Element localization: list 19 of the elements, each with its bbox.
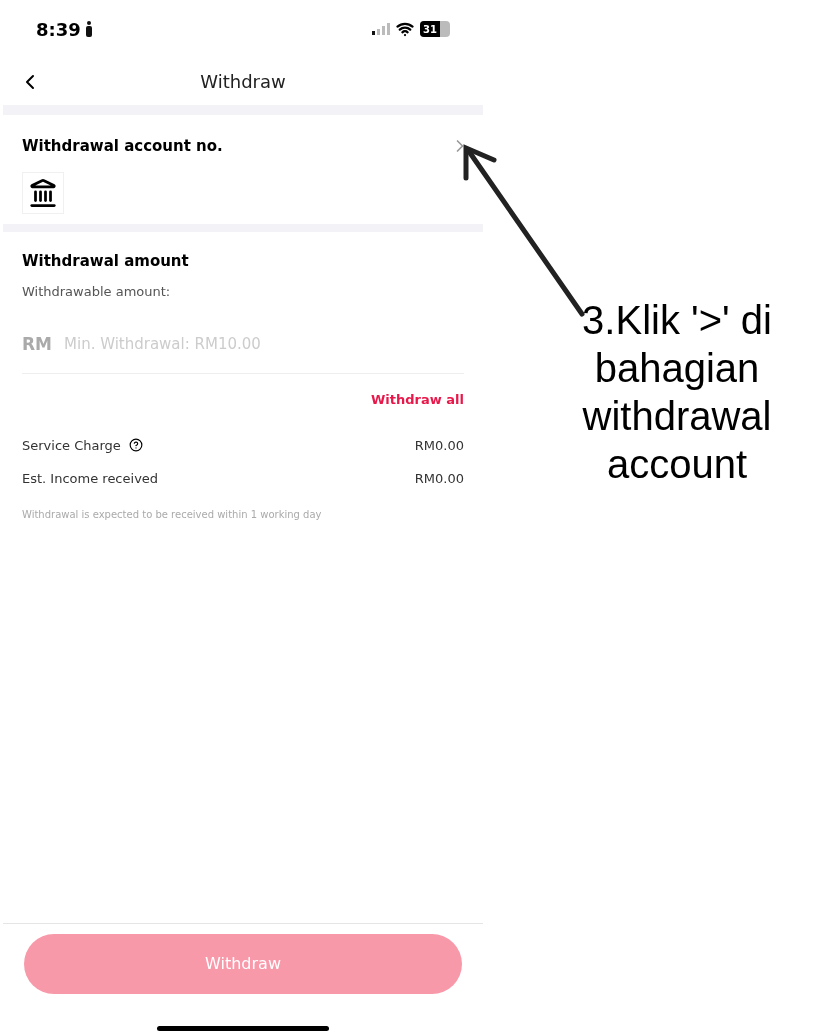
help-icon[interactable] bbox=[128, 438, 143, 453]
person-icon bbox=[84, 21, 93, 37]
fee-label: Est. Income received bbox=[22, 470, 159, 488]
fee-value: RM0.00 bbox=[414, 436, 464, 455]
wifi-icon bbox=[396, 20, 414, 38]
withdraw-all-link[interactable]: Withdraw all bbox=[371, 390, 464, 410]
currency-label: RM bbox=[22, 332, 52, 356]
page-title: Withdraw bbox=[200, 70, 286, 94]
battery-indicator: 31 bbox=[420, 21, 450, 37]
status-time: 8:39 bbox=[36, 17, 81, 42]
note-text: Withdrawal is expected to be received within 1 working day bbox=[22, 507, 323, 522]
annotation-text: 3.Klik '>' di bahagian withdrawal account bbox=[582, 297, 772, 488]
signal-icon bbox=[372, 23, 390, 35]
withdrawable-label: Withdrawable amount: bbox=[22, 283, 172, 301]
section-title: Withdrawal account no. bbox=[22, 136, 223, 157]
fee-value: RM0.00 bbox=[414, 470, 464, 488]
section-title: Withdrawal amount bbox=[22, 250, 190, 272]
bank-icon bbox=[22, 171, 64, 214]
fee-label: Service Charge bbox=[22, 436, 121, 455]
